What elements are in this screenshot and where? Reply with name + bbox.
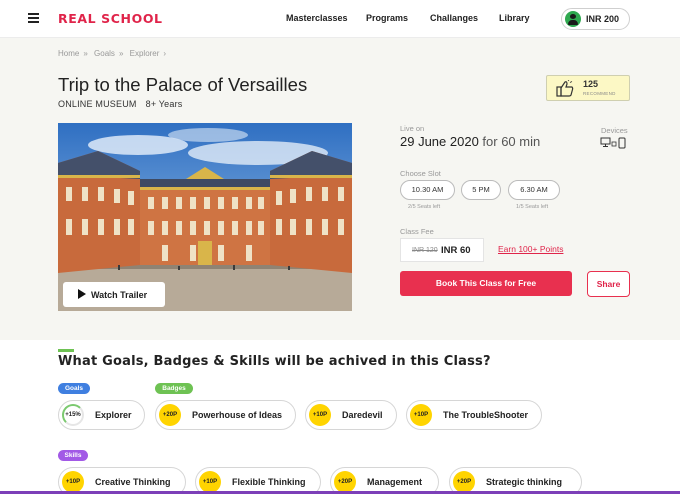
points-badge: +20P [159, 404, 181, 426]
skill-label: Creative Thinking [95, 477, 171, 487]
course-age: 8+ Years [145, 99, 183, 109]
breadcrumb-separator: › [163, 49, 167, 58]
points-badge: +10P [199, 471, 221, 493]
play-icon [78, 289, 86, 299]
slot-option[interactable]: 6.30 AM [508, 180, 560, 200]
breadcrumb-separator: » [118, 49, 124, 58]
nav-programs[interactable]: Programs [366, 13, 408, 23]
goal-chip[interactable]: +15% Explorer [58, 400, 145, 430]
breadcrumb: Home» Goals» Explorer › [58, 49, 170, 58]
section-title: What Goals, Badges & Skills will be achi… [58, 354, 491, 369]
points-badge: +20P [453, 471, 475, 493]
skills-tag: Skills [58, 450, 88, 461]
class-date: 29 June 2020 for 60 min [400, 134, 540, 149]
course-hero: Home» Goals» Explorer › Trip to the Palac… [0, 38, 680, 340]
skill-label: Flexible Thinking [232, 477, 306, 487]
slot-option[interactable]: 10.30 AM [400, 180, 455, 200]
class-duration: for 60 min [482, 134, 541, 149]
badge-label: The TroubleShooter [443, 410, 529, 420]
book-class-button[interactable]: Book This Class for Free [400, 271, 572, 296]
share-button[interactable]: Share [587, 271, 630, 297]
fee-box: INR 120 INR 60 [400, 238, 484, 262]
recommend-label: RECOMMEND [583, 91, 616, 96]
skill-chip[interactable]: +20P Management [330, 467, 439, 494]
seats-left: 1/5 Seats left [516, 204, 549, 210]
points-badge: +20P [334, 471, 356, 493]
wallet-balance: INR 200 [586, 14, 620, 24]
points-badge: +10P [309, 404, 331, 426]
live-on-label: Live on [400, 124, 425, 133]
watch-trailer-button[interactable]: Watch Trailer [63, 282, 165, 307]
badge-chip[interactable]: +10P Daredevil [305, 400, 397, 430]
skill-chip[interactable]: +20P Strategic thinking [449, 467, 582, 494]
points-badge: +10P [62, 471, 84, 493]
progress-badge: +15% [62, 404, 84, 426]
course-category: ONLINE MUSEUM [58, 99, 137, 109]
menu-icon[interactable] [28, 13, 39, 23]
nav-challanges[interactable]: Challanges [430, 13, 478, 23]
badge-label: Daredevil [342, 410, 383, 420]
badge-label: Powerhouse of Ideas [192, 410, 283, 420]
recommend-count: 125 [583, 79, 599, 89]
watch-trailer-label: Watch Trailer [91, 290, 148, 300]
skill-label: Management [367, 477, 423, 487]
choose-slot-label: Choose Slot [400, 169, 441, 178]
course-meta: ONLINE MUSEUM 8+ Years [58, 99, 183, 109]
top-header: REAL SCHOOL Masterclasses Programs Chall… [0, 0, 680, 38]
badge-chip[interactable]: +10P The TroubleShooter [406, 400, 542, 430]
devices-icon [600, 137, 626, 149]
skill-chip[interactable]: +10P Flexible Thinking [195, 467, 321, 494]
thumbs-up-icon [556, 80, 574, 97]
slot-option[interactable]: 5 PM [461, 180, 501, 200]
class-date-value: 29 June 2020 [400, 134, 479, 149]
breadcrumb-explorer[interactable]: Explorer [130, 49, 160, 58]
section-accent [58, 349, 74, 352]
skill-label: Strategic thinking [486, 477, 563, 487]
fee-original: INR 120 [412, 247, 438, 254]
page-title: Trip to the Palace of Versailles [58, 74, 308, 95]
nav-library[interactable]: Library [499, 13, 530, 23]
fee-discounted: INR 60 [441, 245, 471, 256]
earn-points-link[interactable]: Earn 100+ Points [498, 244, 563, 254]
goals-tag: Goals [58, 383, 90, 394]
user-avatar-icon [565, 11, 581, 27]
recommend-button[interactable]: 125 RECOMMEND [546, 75, 630, 101]
course-image: Watch Trailer [58, 123, 352, 311]
wallet-button[interactable]: INR 200 [561, 8, 630, 30]
badges-tag: Badges [155, 383, 193, 394]
badge-chip[interactable]: +20P Powerhouse of Ideas [155, 400, 296, 430]
skill-chip[interactable]: +10P Creative Thinking [58, 467, 186, 494]
points-badge: +10P [410, 404, 432, 426]
breadcrumb-home[interactable]: Home [58, 49, 79, 58]
logo[interactable]: REAL SCHOOL [58, 11, 163, 26]
class-fee-label: Class Fee [400, 227, 434, 236]
devices-label: Devices [601, 126, 628, 135]
nav-masterclasses[interactable]: Masterclasses [286, 13, 348, 23]
breadcrumb-separator: » [83, 49, 88, 58]
goal-label: Explorer [95, 410, 132, 420]
seats-left: 2/5 Seats left [408, 204, 441, 210]
breadcrumb-goals[interactable]: Goals [94, 49, 115, 58]
